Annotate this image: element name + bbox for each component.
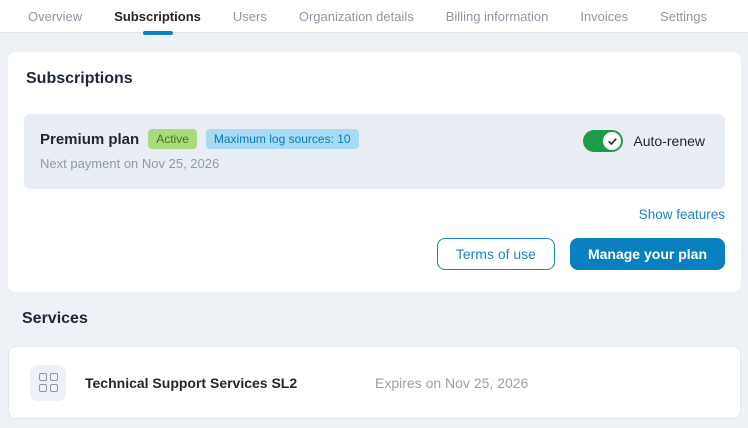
auto-renew-label: Auto-renew xyxy=(633,133,705,149)
tab-invoices[interactable]: Invoices xyxy=(580,0,628,33)
auto-renew-control: Auto-renew xyxy=(583,130,705,152)
terms-of-use-button[interactable]: Terms of use xyxy=(436,238,555,270)
subscriptions-card: Subscriptions Premium plan Active Maximu… xyxy=(8,52,741,292)
subscriptions-heading: Subscriptions xyxy=(26,70,133,87)
service-row: Technical Support Services SL2 Expires o… xyxy=(8,346,741,419)
page-content: Subscriptions Premium plan Active Maximu… xyxy=(0,33,748,419)
show-features-link[interactable]: Show features xyxy=(639,207,725,222)
plan-actions-row: Terms of use Manage your plan xyxy=(24,238,725,270)
plan-info: Premium plan Active Maximum log sources:… xyxy=(40,129,359,171)
manage-plan-button[interactable]: Manage your plan xyxy=(569,238,725,270)
plan-title-row: Premium plan Active Maximum log sources:… xyxy=(40,129,359,149)
status-badge: Active xyxy=(148,129,197,149)
services-grid-icon xyxy=(38,373,58,392)
services-heading: Services xyxy=(22,310,88,327)
service-name: Technical Support Services SL2 xyxy=(85,374,298,391)
tab-users[interactable]: Users xyxy=(233,0,267,33)
service-icon-box xyxy=(30,364,66,401)
tab-billing-information[interactable]: Billing information xyxy=(446,0,549,33)
tab-organization-details[interactable]: Organization details xyxy=(299,0,414,33)
toggle-check-icon xyxy=(603,132,622,150)
log-sources-badge: Maximum log sources: 10 xyxy=(205,129,359,149)
service-expiry: Expires on Nov 25, 2026 xyxy=(375,374,529,391)
show-features-row: Show features xyxy=(24,206,725,224)
tab-settings[interactable]: Settings xyxy=(660,0,707,33)
tab-subscriptions[interactable]: Subscriptions xyxy=(114,0,201,33)
plan-name: Premium plan xyxy=(40,130,140,148)
next-payment-text: Next payment on Nov 25, 2026 xyxy=(40,156,220,171)
tab-overview[interactable]: Overview xyxy=(28,0,82,33)
auto-renew-toggle[interactable] xyxy=(583,130,624,152)
premium-plan-panel: Premium plan Active Maximum log sources:… xyxy=(24,114,725,189)
top-tab-bar: Overview Subscriptions Users Organizatio… xyxy=(0,0,748,33)
